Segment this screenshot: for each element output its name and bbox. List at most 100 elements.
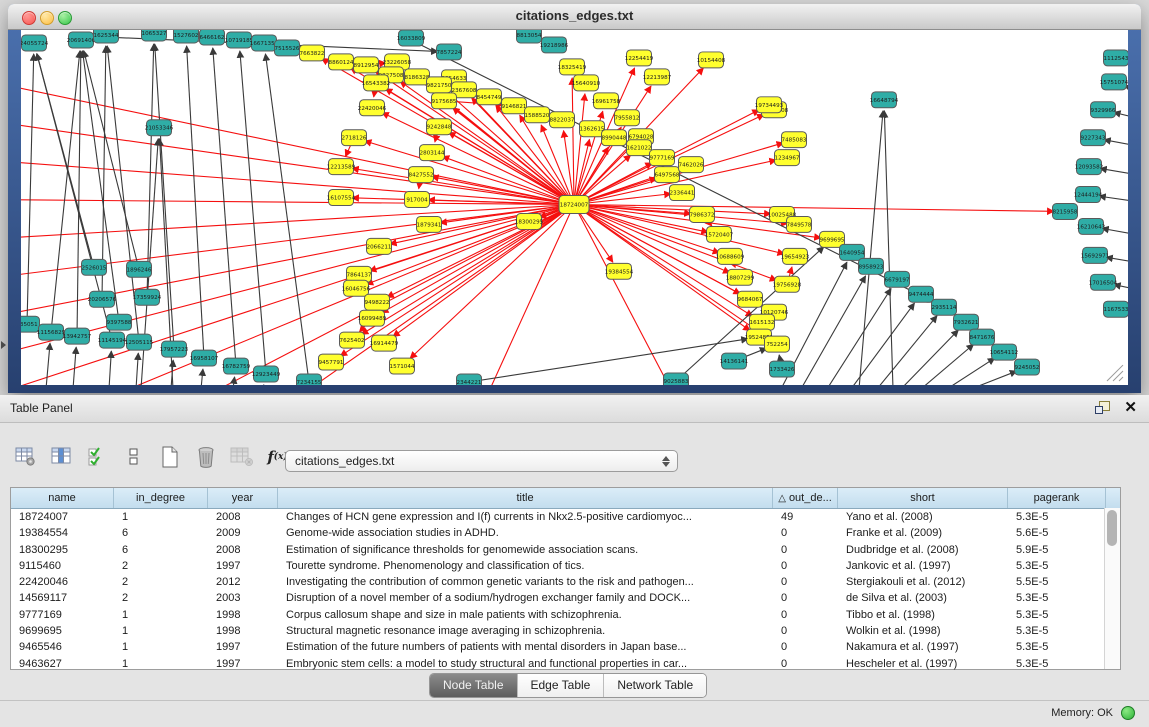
citation-edge[interactable] [1104, 140, 1128, 146]
graph-node[interactable]: 9777169 [650, 150, 675, 166]
graph-node[interactable]: 9175685 [432, 93, 457, 109]
cell-pagerank[interactable]: 5.3E-5 [1008, 639, 1106, 655]
graph-node[interactable]: 12923449 [252, 366, 281, 382]
graph-node[interactable]: 9242848 [427, 119, 452, 135]
column-header-name[interactable]: name [11, 488, 114, 508]
graph-node[interactable]: 21053346 [145, 120, 174, 136]
cell-year[interactable]: 1998 [208, 607, 278, 623]
select-all-columns-icon[interactable] [84, 444, 111, 471]
graph-node[interactable]: 7462026 [679, 157, 704, 173]
resize-grip-icon[interactable] [1107, 365, 1123, 381]
graph-node[interactable]: 19384554 [605, 263, 634, 279]
graph-node[interactable]: 2935114 [932, 299, 957, 315]
network-canvas[interactable]: 1872400788601248912954232260589827508818… [21, 30, 1128, 385]
cell-title[interactable]: Tourette syndrome. Phenomenology and cla… [278, 558, 773, 574]
graph-node[interactable]: 11156829 [37, 324, 66, 340]
graph-node[interactable]: 17359924 [133, 289, 162, 305]
table-row[interactable]: 1872400712008Changes of HCN gene express… [11, 509, 1120, 525]
table-row[interactable]: 2242004622012Investigating the contribut… [11, 574, 1120, 590]
graph-node[interactable]: 12254419 [625, 50, 654, 66]
graph-node[interactable]: 9684067 [738, 291, 763, 307]
graph-node[interactable]: 2526015 [82, 259, 107, 275]
cell-out_de[interactable]: 0 [773, 558, 838, 574]
graph-node[interactable]: 6497568 [655, 167, 680, 183]
graph-node[interactable]: 8990448 [602, 130, 627, 146]
cell-out_de[interactable]: 0 [773, 607, 838, 623]
graph-node[interactable]: 18807299 [726, 269, 755, 285]
column-header-pagerank[interactable]: pagerank [1008, 488, 1106, 508]
citation-edge[interactable] [947, 358, 995, 385]
graph-node[interactable]: 1896246 [127, 261, 152, 277]
table-row[interactable]: 977716911998Corpus callosum shape and si… [11, 607, 1120, 623]
graph-node[interactable]: 16648794 [870, 92, 899, 108]
cell-in_degree[interactable]: 1 [114, 623, 208, 639]
graph-node[interactable]: 8813054 [517, 30, 542, 43]
table-row[interactable]: 946362711997Embryonic stem cells: a mode… [11, 656, 1120, 672]
graph-node[interactable]: 9245052 [1015, 359, 1040, 375]
network-window[interactable]: citations_edges.txt 18724007886012489129… [8, 4, 1141, 393]
citation-edge[interactable] [201, 369, 203, 385]
graph-node[interactable]: 15692971 [1081, 247, 1110, 263]
citation-edge[interactable] [971, 371, 1017, 385]
cell-pagerank[interactable]: 5.3E-5 [1008, 623, 1106, 639]
citation-edge[interactable] [469, 339, 748, 382]
graph-node[interactable]: 16543382 [362, 75, 390, 91]
column-header-year[interactable]: year [208, 488, 278, 508]
graph-node[interactable]: 1112543 [1104, 50, 1129, 66]
cell-out_de[interactable]: 0 [773, 574, 838, 590]
window-titlebar[interactable]: citations_edges.txt [8, 4, 1141, 30]
graph-node[interactable]: 16958107 [190, 350, 219, 366]
tab-edge-table[interactable]: Edge Table [517, 674, 604, 697]
cell-short[interactable]: de Silva et al. (2003) [838, 590, 1008, 606]
citation-edge[interactable] [676, 247, 824, 381]
new-table-icon[interactable] [156, 444, 183, 471]
cell-out_de[interactable]: 0 [773, 525, 838, 541]
cell-short[interactable]: Nakamura et al. (1997) [838, 639, 1008, 655]
graph-node[interactable]: 8471676 [970, 329, 995, 345]
graph-node[interactable]: 12093582 [1075, 159, 1103, 175]
cell-in_degree[interactable]: 1 [114, 607, 208, 623]
tab-network-table[interactable]: Network Table [603, 674, 706, 697]
cell-short[interactable]: Dudbridge et al. (2008) [838, 542, 1008, 558]
graph-node[interactable]: 1167533 [1104, 301, 1129, 317]
cell-in_degree[interactable]: 2 [114, 574, 208, 590]
graph-node[interactable]: 2066211 [367, 238, 392, 254]
cell-year[interactable]: 1997 [208, 558, 278, 574]
graph-node[interactable]: 12213589 [327, 159, 356, 175]
column-header-title[interactable]: title [278, 488, 773, 508]
citation-edge[interactable] [574, 205, 750, 331]
cell-name[interactable]: 22420046 [11, 574, 114, 590]
graph-node[interactable]: 1065327 [142, 30, 167, 41]
graph-node[interactable]: 7955812 [615, 110, 640, 126]
graph-node[interactable]: 9227343 [1081, 130, 1106, 146]
graph-node[interactable]: 20691406 [67, 32, 96, 48]
cell-short[interactable]: Stergiakouli et al. (2012) [838, 574, 1008, 590]
graph-node[interactable]: 752254 [765, 336, 790, 352]
graph-node[interactable]: 8860124 [329, 54, 354, 70]
graph-node[interactable]: 16107554 [327, 190, 356, 206]
table-row[interactable]: 1938455462009Genome-wide association stu… [11, 525, 1120, 541]
graph-node[interactable]: 16046756 [342, 280, 371, 296]
cell-title[interactable]: Estimation of the future numbers of pati… [278, 639, 773, 655]
cell-name[interactable]: 9465546 [11, 639, 114, 655]
citation-edge[interactable] [233, 377, 235, 385]
vertical-scrollbar[interactable] [1104, 508, 1120, 669]
graph-node[interactable]: 7515526 [275, 40, 300, 56]
citation-edge[interactable] [213, 48, 236, 366]
graph-node[interactable]: 1571044 [390, 358, 415, 374]
citation-edge[interactable] [136, 353, 138, 385]
cell-title[interactable]: Structural magnetic resonance image aver… [278, 623, 773, 639]
graph-node[interactable]: 20206576 [88, 291, 117, 307]
graph-node[interactable]: 24055724 [21, 35, 49, 51]
graph-node[interactable]: 2344221 [457, 374, 482, 385]
graph-node[interactable]: 9397588 [107, 314, 132, 330]
cell-title[interactable]: Genome-wide association studies in ADHD. [278, 525, 773, 541]
column-header-in_degree[interactable]: in_degree [114, 488, 208, 508]
graph-node[interactable]: 1879341 [417, 216, 442, 232]
graph-node[interactable]: 17957223 [160, 341, 189, 357]
cell-pagerank[interactable]: 5.9E-5 [1008, 542, 1106, 558]
graph-node[interactable]: 1625344 [94, 30, 119, 43]
cell-short[interactable]: Jankovic et al. (1997) [838, 558, 1008, 574]
citation-edge[interactable] [901, 330, 958, 385]
table-settings-icon[interactable] [12, 444, 39, 471]
